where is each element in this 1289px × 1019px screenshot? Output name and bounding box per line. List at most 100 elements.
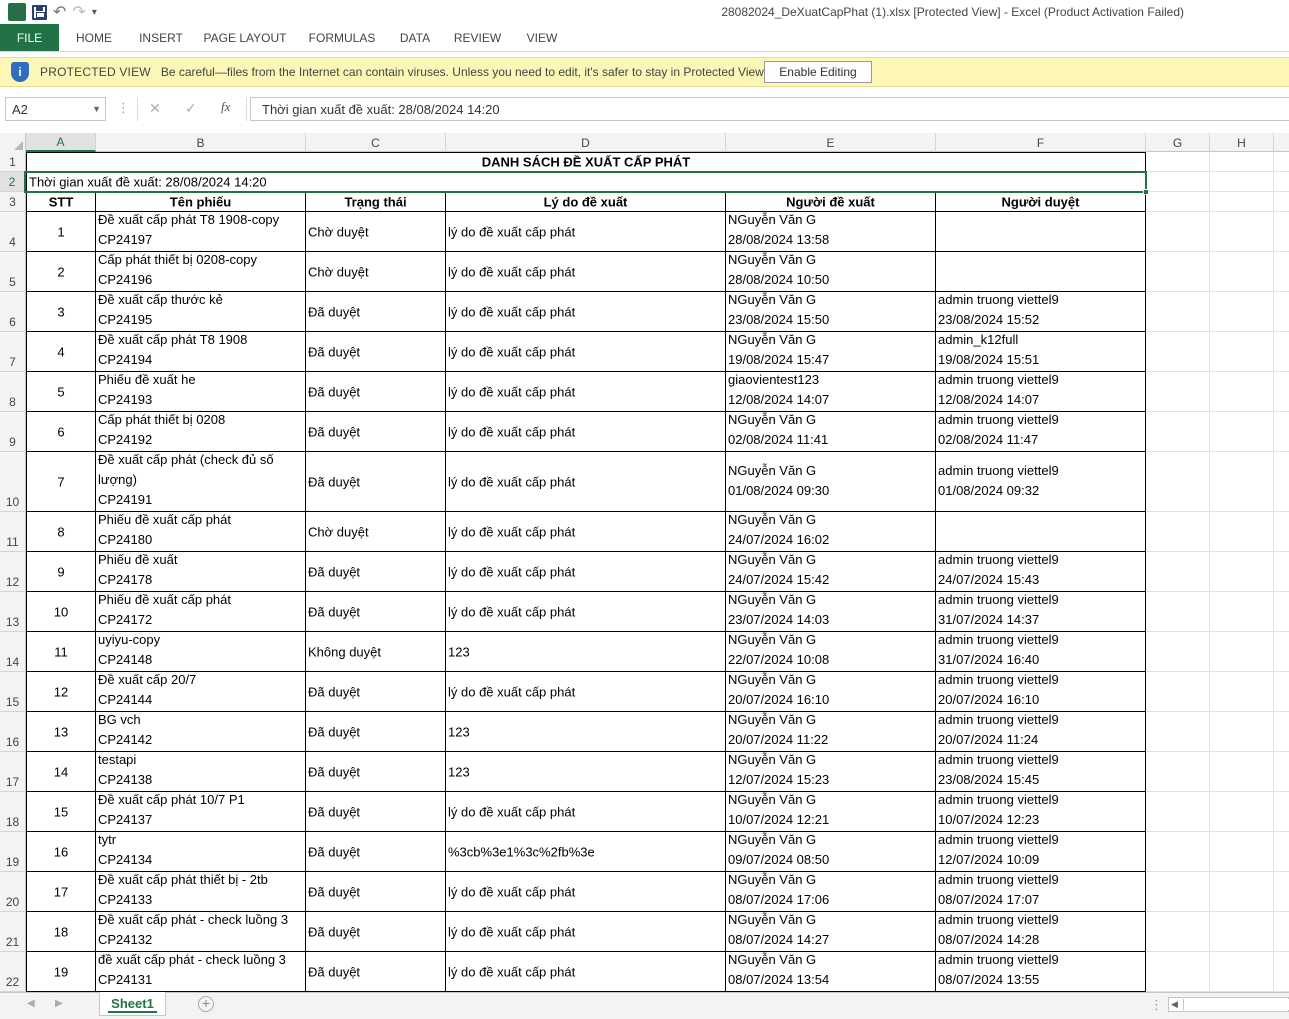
column-header-d[interactable]: D (446, 133, 726, 152)
stt-cell[interactable]: 19 (26, 952, 96, 992)
status-cell[interactable]: Đã duyệt (306, 292, 446, 332)
stt-cell[interactable]: 12 (26, 672, 96, 712)
tab-page-layout[interactable]: PAGE LAYOUT (193, 24, 297, 51)
header-cell[interactable]: Người đề xuất (726, 192, 936, 212)
excel-logo-icon[interactable]: X (8, 3, 26, 21)
approver-cell[interactable]: admin_k12full 19/08/2024 15:51 (936, 332, 1146, 372)
redo-button[interactable]: ↷ (72, 3, 85, 21)
row-header-9[interactable]: 9 (0, 412, 26, 452)
reason-cell[interactable]: lý do đề xuất cấp phát (446, 252, 726, 292)
name-cell[interactable]: Đề xuất cấp phát T8 1908 CP24194 (96, 332, 306, 372)
approver-cell[interactable]: admin truong viettel9 08/07/2024 13:55 (936, 952, 1146, 992)
reason-cell[interactable]: lý do đề xuất cấp phát (446, 672, 726, 712)
stt-cell[interactable]: 7 (26, 452, 96, 512)
row-header-1[interactable]: 1 (0, 152, 26, 172)
reason-cell[interactable]: lý do đề xuất cấp phát (446, 412, 726, 452)
cancel-icon[interactable]: ✕ (149, 100, 161, 117)
proposer-cell[interactable]: NGuyễn Văn G 08/07/2024 14:27 (726, 912, 936, 952)
status-cell[interactable]: Đã duyệt (306, 372, 446, 412)
name-cell[interactable]: testapi CP24138 (96, 752, 306, 792)
approver-cell[interactable]: admin truong viettel9 02/08/2024 11:47 (936, 412, 1146, 452)
row-header-21[interactable]: 21 (0, 912, 26, 952)
status-cell[interactable]: Đã duyệt (306, 832, 446, 872)
prev-sheet-icon[interactable]: ◀ (27, 998, 35, 1009)
row-header-5[interactable]: 5 (0, 252, 26, 292)
status-cell[interactable]: Đã duyệt (306, 452, 446, 512)
reason-cell[interactable]: lý do đề xuất cấp phát (446, 332, 726, 372)
reason-cell[interactable]: lý do đề xuất cấp phát (446, 372, 726, 412)
approver-cell[interactable]: admin truong viettel9 20/07/2024 16:10 (936, 672, 1146, 712)
name-cell[interactable]: Đề xuất cấp phát - check luồng 3 CP24132 (96, 912, 306, 952)
tab-view[interactable]: VIEW (512, 24, 572, 51)
proposer-cell[interactable]: NGuyễn Văn G 08/07/2024 13:54 (726, 952, 936, 992)
proposer-cell[interactable]: NGuyễn Văn G 24/07/2024 16:02 (726, 512, 936, 552)
header-cell[interactable]: Trạng thái (306, 192, 446, 212)
approver-cell[interactable] (936, 212, 1146, 252)
enter-icon[interactable]: ✓ (185, 100, 197, 117)
tab-insert[interactable]: INSERT (129, 24, 193, 51)
status-cell[interactable]: Đã duyệt (306, 672, 446, 712)
stt-cell[interactable]: 2 (26, 252, 96, 292)
reason-cell[interactable]: 123 (446, 752, 726, 792)
name-cell[interactable]: Phiếu đề xuất cấp phát CP24180 (96, 512, 306, 552)
reason-cell[interactable]: lý do đề xuất cấp phát (446, 792, 726, 832)
name-cell[interactable]: Phiếu đề xuất CP24178 (96, 552, 306, 592)
tab-formulas[interactable]: FORMULAS (297, 24, 387, 51)
column-header-b[interactable]: B (96, 133, 306, 152)
proposer-cell[interactable]: NGuyễn Văn G 09/07/2024 08:50 (726, 832, 936, 872)
column-header-c[interactable]: C (306, 133, 446, 152)
proposer-cell[interactable]: NGuyễn Văn G 10/07/2024 12:21 (726, 792, 936, 832)
proposer-cell[interactable]: NGuyễn Văn G 24/07/2024 15:42 (726, 552, 936, 592)
reason-cell[interactable]: lý do đề xuất cấp phát (446, 292, 726, 332)
approver-cell[interactable]: admin truong viettel9 31/07/2024 14:37 (936, 592, 1146, 632)
approver-cell[interactable]: admin truong viettel9 01/08/2024 09:32 (936, 452, 1146, 512)
approver-cell[interactable]: admin truong viettel9 08/07/2024 17:07 (936, 872, 1146, 912)
stt-cell[interactable]: 9 (26, 552, 96, 592)
reason-cell[interactable]: lý do đề xuất cấp phát (446, 212, 726, 252)
save-button[interactable] (32, 3, 47, 21)
name-cell[interactable]: BG vch CP24142 (96, 712, 306, 752)
stt-cell[interactable]: 5 (26, 372, 96, 412)
name-cell[interactable]: Đề xuất cấp phát thiết bị - 2tb CP24133 (96, 872, 306, 912)
formula-input[interactable]: Thời gian xuất đề xuất: 28/08/2024 14:20 (250, 97, 1289, 121)
fill-handle[interactable] (1143, 189, 1149, 195)
sheet-tab-sheet1[interactable]: Sheet1 (99, 992, 166, 1016)
row-header-14[interactable]: 14 (0, 632, 26, 672)
name-cell[interactable]: Đề xuất cấp phát (check đủ số lượng) CP24… (96, 452, 306, 512)
proposer-cell[interactable]: NGuyễn Văn G 23/07/2024 14:03 (726, 592, 936, 632)
proposer-cell[interactable]: NGuyễn Văn G 20/07/2024 11:22 (726, 712, 936, 752)
name-cell[interactable]: uyiyu-copy CP24148 (96, 632, 306, 672)
row-header-18[interactable]: 18 (0, 792, 26, 832)
stt-cell[interactable]: 11 (26, 632, 96, 672)
column-header-h[interactable]: H (1210, 133, 1274, 152)
tab-review[interactable]: REVIEW (443, 24, 512, 51)
approver-cell[interactable]: admin truong viettel9 12/08/2024 14:07 (936, 372, 1146, 412)
status-cell[interactable]: Đã duyệt (306, 752, 446, 792)
reason-cell[interactable]: lý do đề xuất cấp phát (446, 872, 726, 912)
undo-button[interactable]: ↶ (53, 3, 66, 21)
enable-editing-button[interactable]: Enable Editing (764, 61, 872, 83)
row-header-3[interactable]: 3 (0, 192, 26, 212)
stt-cell[interactable]: 16 (26, 832, 96, 872)
row-header-19[interactable]: 19 (0, 832, 26, 872)
column-header-f[interactable]: F (936, 133, 1146, 152)
row-header-16[interactable]: 16 (0, 712, 26, 752)
name-cell[interactable]: tytr CP24134 (96, 832, 306, 872)
header-cell[interactable]: STT (26, 192, 96, 212)
approver-cell[interactable]: admin truong viettel9 10/07/2024 12:23 (936, 792, 1146, 832)
cell-area[interactable]: DANH SÁCH ĐỀ XUẤT CẤP PHÁT Thời gian xuất… (24, 152, 1289, 992)
proposer-cell[interactable]: NGuyễn Văn G 12/07/2024 15:23 (726, 752, 936, 792)
name-box[interactable]: A2 ▼ (5, 97, 106, 121)
proposer-cell[interactable]: NGuyễn Văn G 28/08/2024 10:50 (726, 252, 936, 292)
proposer-cell[interactable]: NGuyễn Văn G 19/08/2024 15:47 (726, 332, 936, 372)
reason-cell[interactable]: %3cb%3e1%3c%2fb%3e (446, 832, 726, 872)
stt-cell[interactable]: 14 (26, 752, 96, 792)
add-sheet-icon[interactable]: + (198, 996, 214, 1012)
chevron-down-icon[interactable]: ▼ (92, 104, 101, 114)
tab-data[interactable]: DATA (387, 24, 443, 51)
proposer-cell[interactable]: giaovientest123 12/08/2024 14:07 (726, 372, 936, 412)
name-cell[interactable]: Phiếu đề xuất he CP24193 (96, 372, 306, 412)
export-time-cell[interactable]: Thời gian xuất đề xuất: 28/08/2024 14:20 (26, 172, 1146, 192)
scrollbar-thumb[interactable] (1183, 999, 1289, 1010)
header-cell[interactable]: Tên phiếu (96, 192, 306, 212)
